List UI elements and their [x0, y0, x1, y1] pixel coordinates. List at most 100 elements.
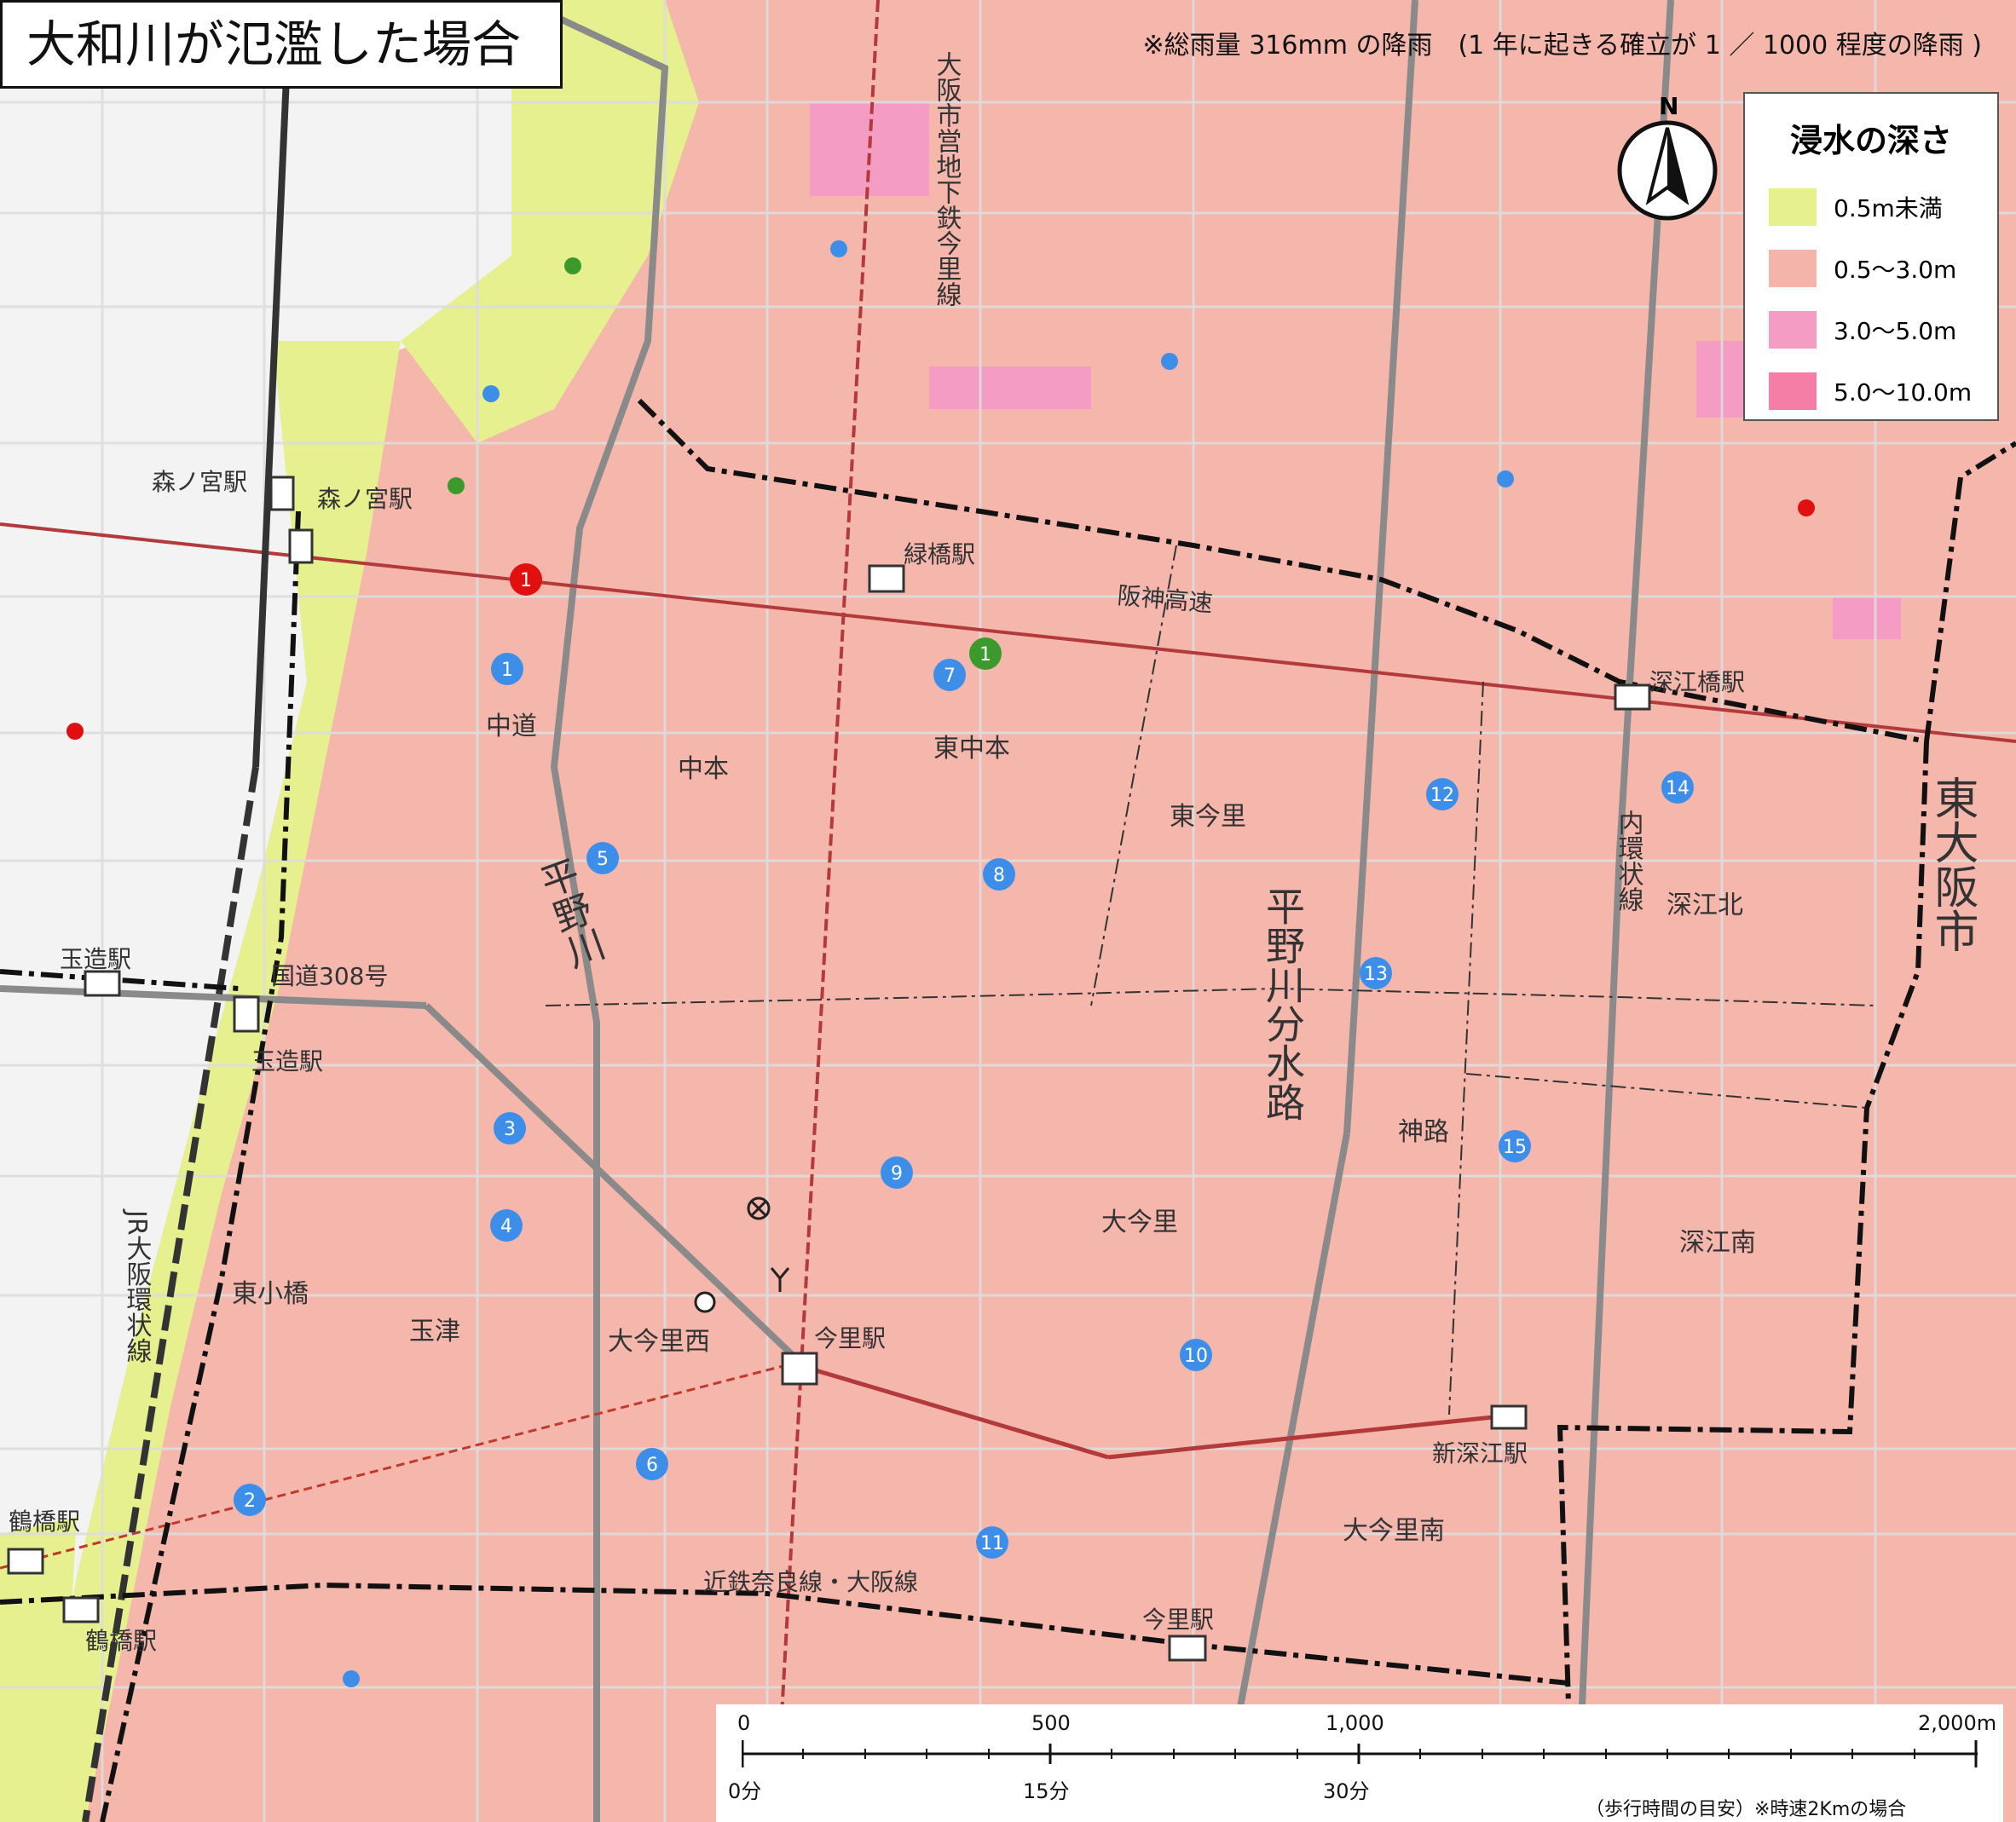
legend-row: 5.0～10.0m: [1745, 360, 1997, 422]
svg-text:4: 4: [500, 1216, 512, 1237]
shelter-marker-blue: 8: [983, 858, 1015, 891]
district-label: 中道: [486, 712, 537, 741]
svg-text:7: 7: [944, 666, 956, 687]
legend-label: 0.5～3.0m: [1834, 256, 1957, 284]
shelter-marker-blue: 2: [234, 1484, 266, 1516]
svg-text:13: 13: [1364, 964, 1388, 985]
rail-label: JR大阪環状線: [122, 1208, 153, 1364]
svg-text:10: 10: [1184, 1346, 1208, 1367]
rail-label: 内環状線: [1614, 810, 1644, 912]
shelter-marker-green: 1: [969, 637, 1002, 670]
district-label: 深江南: [1679, 1228, 1756, 1258]
shelter-dot-blue: [482, 385, 500, 402]
district-label: 玉津: [409, 1317, 460, 1346]
shelter-marker-blue: 10: [1180, 1339, 1212, 1371]
scale-distance: 1,000: [1326, 1711, 1384, 1735]
flood-deep-spot: [929, 366, 1091, 409]
district-label: 大今里南: [1343, 1516, 1445, 1546]
scale-ruler: [742, 1740, 1978, 1767]
station-label: 森ノ宮駅: [317, 485, 413, 513]
map-title: 大和川が氾濫した場合: [0, 0, 563, 89]
shelter-marker-blue: 7: [933, 659, 966, 691]
shelter-dot-green: [564, 257, 581, 274]
road-label: 国道308号: [271, 962, 388, 990]
shelter-marker-blue: 5: [586, 842, 619, 874]
station-label: 森ノ宮駅: [152, 468, 247, 496]
svg-text:1: 1: [501, 660, 513, 681]
legend-row: 0.5～3.0m: [1745, 238, 1997, 299]
station-label: 緑橋駅: [904, 540, 975, 568]
legend-row: 0.5m未満: [1745, 176, 1997, 238]
station-box: [868, 564, 905, 593]
legend-swatch: [1769, 250, 1817, 287]
legend-label: 5.0～10.0m: [1834, 378, 1973, 406]
station-box: [1168, 1635, 1207, 1662]
station-box: [1614, 683, 1651, 711]
shelter-marker-blue: 4: [490, 1209, 523, 1242]
svg-text:2: 2: [244, 1490, 256, 1512]
district-label: 大今里: [1101, 1208, 1178, 1237]
station-box: [1490, 1404, 1528, 1430]
legend-row: 3.0～5.0m: [1745, 299, 1997, 360]
svg-text:14: 14: [1666, 778, 1690, 799]
svg-text:6: 6: [646, 1455, 658, 1476]
station-box: [7, 1548, 44, 1575]
scale-time: 15分: [1023, 1779, 1070, 1803]
district-label: 東小橋: [232, 1279, 309, 1309]
rainfall-note: ※総雨量 316mm の降雨 (1 年に起きる確立が 1 ／ 1000 程度の降…: [1142, 31, 1982, 61]
station-box: [233, 995, 260, 1033]
road-label: 近鉄奈良線・大阪線: [703, 1568, 918, 1596]
city-label: 東大阪市: [1926, 776, 1978, 953]
legend-label: 0.5m未満: [1834, 194, 1943, 222]
svg-text:9: 9: [891, 1163, 903, 1185]
shelter-marker-red: 1: [510, 563, 542, 596]
scale-bar: 0 500 1,000 2,000m 0分 15分 30分 （歩行時間の目安）※…: [716, 1704, 2003, 1822]
legend: 浸水の深さ 0.5m未満 0.5～3.0m 3.0～5.0m 5.0～10.0m: [1743, 92, 1999, 421]
scale-distance: 0: [737, 1711, 751, 1735]
svg-text:12: 12: [1430, 785, 1454, 806]
district-label: 東中本: [933, 734, 1010, 764]
svg-text:5: 5: [597, 849, 609, 870]
station-label: 今里駅: [814, 1324, 886, 1352]
station-label: 今里駅: [1142, 1606, 1214, 1634]
shelter-marker-blue: 9: [881, 1156, 913, 1189]
shelter-dot-red: [1798, 499, 1815, 516]
svg-text:1: 1: [520, 570, 532, 591]
shelter-marker-blue: 15: [1499, 1130, 1531, 1162]
shelter-marker-blue: 1: [491, 653, 523, 685]
district-label: 大今里西: [608, 1327, 710, 1357]
station-label: 玉造駅: [251, 1047, 323, 1075]
station-box: [62, 1596, 100, 1623]
shelter-marker-blue: 13: [1360, 957, 1392, 989]
station-box: [84, 970, 121, 997]
shelter-marker-blue: 3: [494, 1112, 526, 1145]
station-label: 深江橋駅: [1649, 668, 1745, 696]
north-arrow: N: [1616, 92, 1719, 239]
station-label: 鶴橋駅: [9, 1508, 80, 1536]
shelter-marker-blue: 6: [636, 1448, 668, 1480]
district-label: 深江北: [1667, 891, 1743, 920]
station-label: 玉造駅: [60, 945, 131, 973]
scale-footnote: （歩行時間の目安）※時速2Kmの場合: [1586, 1799, 1907, 1820]
scale-time: 30分: [1323, 1779, 1370, 1803]
flood-map: 森ノ宮駅 森ノ宮駅 緑橋駅 深江橋駅 玉造駅 玉造駅 今里駅 新深江駅 今里駅 …: [0, 0, 2016, 1822]
station-box: [781, 1352, 818, 1386]
shelter-dot-green: [448, 477, 465, 494]
legend-swatch: [1769, 311, 1817, 349]
legend-title: 浸水の深さ: [1789, 122, 1952, 159]
north-arrow-icon: [1617, 120, 1718, 221]
district-label: 東今里: [1170, 802, 1246, 832]
legend-swatch: [1769, 372, 1817, 410]
school-symbol: [694, 1291, 716, 1313]
rail-label: 大阪市営地下鉄今里線: [932, 51, 962, 307]
flood-deep-spot: [1833, 597, 1901, 639]
shelter-marker-blue: 11: [976, 1526, 1008, 1559]
district-label: 神路: [1398, 1117, 1449, 1147]
svg-text:11: 11: [980, 1533, 1004, 1554]
legend-swatch: [1769, 188, 1817, 226]
shelter-dot-blue: [343, 1670, 360, 1687]
shelter-dot-blue: [1161, 353, 1178, 370]
shelter-marker-blue: 14: [1661, 771, 1694, 804]
north-label: N: [1659, 92, 1679, 120]
shelter-dot-blue: [830, 240, 847, 257]
